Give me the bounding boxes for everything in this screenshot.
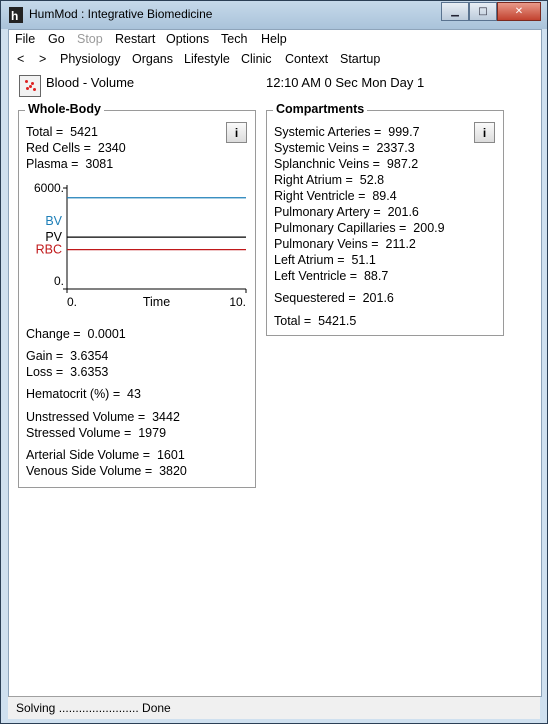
unstressed-volume: Unstressed Volume = 3442 [26, 410, 180, 424]
svg-text:h: h [11, 9, 18, 23]
minimize-button[interactable]: ▁ [441, 2, 469, 21]
close-button[interactable]: ✕ [497, 2, 541, 21]
pulmonary-veins: Pulmonary Veins = 211.2 [274, 237, 416, 251]
compartments-panel: Compartments i Systemic Arteries = 999.7… [266, 102, 504, 336]
menu-stop: Stop [77, 32, 103, 46]
splanchnic-veins: Splanchnic Veins = 987.2 [274, 157, 419, 171]
nav-clinic[interactable]: Clinic [241, 52, 272, 66]
client-area: File Go Stop Restart Options Tech Help <… [8, 29, 542, 697]
hematocrit-value: Hematocrit (%) = 43 [26, 387, 141, 401]
right-ventricle: Right Ventricle = 89.4 [274, 189, 397, 203]
nav-lifestyle[interactable]: Lifestyle [184, 52, 230, 66]
volume-chart: 6000.0.0. 10.TimeBVPVRBC [34, 181, 247, 309]
blood-cells-icon[interactable] [19, 75, 41, 97]
nav-bar: < > Physiology Organs Lifestyle Clinic C… [9, 50, 541, 69]
change-value: Change = 0.0001 [26, 327, 126, 341]
status-text: Solving ........................ Done [16, 701, 171, 715]
menu-file[interactable]: File [15, 32, 35, 46]
sequestered-volume: Sequestered = 201.6 [274, 291, 394, 305]
left-ventricle: Left Ventricle = 88.7 [274, 269, 389, 283]
gain-value: Gain = 3.6354 [26, 349, 109, 363]
y-tick-label-max: 6000. [34, 181, 64, 195]
pulmonary-capillaries: Pulmonary Capillaries = 200.9 [274, 221, 445, 235]
close-icon: ✕ [514, 6, 524, 17]
stressed-volume: Stressed Volume = 1979 [26, 426, 167, 440]
nav-back[interactable]: < [17, 52, 24, 66]
plasma-volume: Plasma = 3081 [26, 157, 114, 171]
loss-value: Loss = 3.6353 [26, 365, 109, 379]
compartments-legend: Compartments [273, 102, 368, 116]
series-label-rbc: RBC [36, 243, 62, 257]
nav-forward[interactable]: > [39, 52, 46, 66]
systemic-veins: Systemic Veins = 2337.3 [274, 141, 415, 155]
arterial-side-volume: Arterial Side Volume = 1601 [26, 448, 185, 462]
pulmonary-artery: Pulmonary Artery = 201.6 [274, 205, 419, 219]
menu-go[interactable]: Go [48, 32, 65, 46]
sim-clock: 12:10 AM 0 Sec Mon Day 1 [266, 75, 425, 90]
status-bar: Solving ........................ Done [8, 696, 540, 719]
minimize-icon: ▁ [451, 6, 459, 17]
window-title: HumMod : Integrative Biomedicine [29, 7, 213, 21]
whole-body-panel: Whole-Body i Total = 5421 Red Cells = 23… [18, 102, 256, 488]
red-cells-volume: Red Cells = 2340 [26, 141, 126, 155]
menu-bar: File Go Stop Restart Options Tech Help [9, 30, 541, 49]
y-tick-label-min: 0. [54, 274, 64, 288]
x-tick-label-min: 0. [67, 295, 77, 309]
venous-side-volume: Venous Side Volume = 3820 [26, 464, 187, 478]
systemic-arteries: Systemic Arteries = 999.7 [274, 125, 420, 139]
x-axis-label: Time [143, 295, 170, 309]
total-volume: Total = 5421 [26, 125, 98, 139]
menu-help[interactable]: Help [261, 32, 287, 46]
right-atrium: Right Atrium = 52.8 [274, 173, 385, 187]
whole-body-info-button[interactable]: i [226, 122, 247, 143]
page-header: Blood - Volume 12:10 AM 0 Sec Mon Day 1 [9, 72, 541, 97]
nav-context[interactable]: Context [285, 52, 328, 66]
menu-tech[interactable]: Tech [221, 32, 247, 46]
compartments-info-button[interactable]: i [474, 122, 495, 143]
x-tick-label-max: 10. [229, 295, 246, 309]
app-window: h HumMod : Integrative Biomedicine ▁ □ ✕… [0, 0, 548, 724]
nav-physiology[interactable]: Physiology [60, 52, 120, 66]
title-bar[interactable]: h HumMod : Integrative Biomedicine ▁ □ ✕ [1, 1, 547, 29]
menu-options[interactable]: Options [166, 32, 209, 46]
maximize-button[interactable]: □ [469, 2, 497, 21]
left-atrium: Left Atrium = 51.1 [274, 253, 376, 267]
nav-startup[interactable]: Startup [340, 52, 380, 66]
series-label-bv: BV [45, 214, 62, 228]
page-title: Blood - Volume [46, 75, 135, 90]
whole-body-legend: Whole-Body [25, 102, 104, 116]
maximize-icon: □ [478, 6, 488, 17]
compartments-total: Total = 5421.5 [274, 314, 357, 328]
menu-restart[interactable]: Restart [115, 32, 155, 46]
app-icon: h [9, 7, 23, 23]
nav-organs[interactable]: Organs [132, 52, 173, 66]
